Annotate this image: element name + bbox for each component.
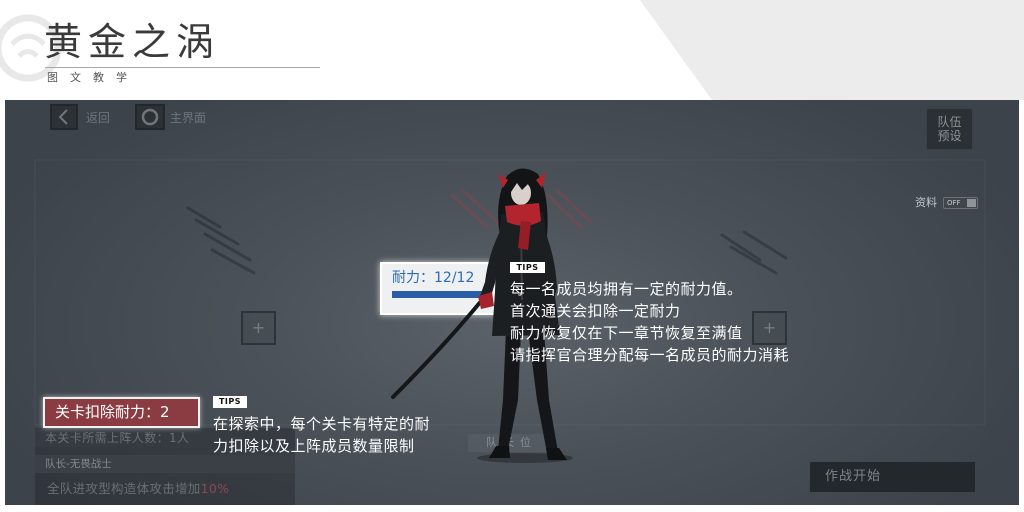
start-battle-label: 作战开始 bbox=[825, 469, 882, 484]
center-red-stripe-group bbox=[450, 188, 593, 230]
home-button[interactable] bbox=[135, 104, 165, 130]
right-stripe-group bbox=[720, 230, 788, 275]
page-title: 黄金之涡 bbox=[44, 20, 221, 64]
stamina-highlight: 耐力：12/12 bbox=[380, 262, 495, 315]
tips-line: 请指挥官合理分配每一名成员的耐力消耗 bbox=[510, 346, 790, 364]
plus-icon: + bbox=[251, 318, 266, 337]
title-divider bbox=[45, 67, 320, 68]
tips-text-stamina: 每一名成员均拥有一定的耐力值。 首次通关会扣除一定耐力 耐力恢复仅在下一章节恢复… bbox=[510, 278, 789, 366]
required-members-text: 本关卡所需上阵人数：1人 bbox=[45, 431, 190, 445]
team-preset-label-line-1: 队伍 bbox=[937, 115, 962, 129]
tips-line: 每一名成员均拥有一定的耐力值。 bbox=[510, 280, 743, 298]
tips-line: 耐力恢复仅在下一章节恢复至满值 bbox=[510, 324, 743, 342]
tips-line: 在探索中，每个关卡有特定的耐 bbox=[213, 415, 431, 433]
level-cost-label: 关卡扣除耐力：2 bbox=[55, 403, 170, 421]
page-subtitle: 图文教学 bbox=[47, 71, 139, 84]
info-toggle[interactable]: OFF bbox=[943, 197, 978, 209]
tips-line: 力扣除以及上阵成员数量限制 bbox=[213, 437, 415, 455]
info-label: 资料 bbox=[915, 196, 937, 209]
chevron-left-icon bbox=[58, 109, 68, 125]
tips-text-level-cost: 在探索中，每个关卡有特定的耐 力扣除以及上阵成员数量限制 bbox=[213, 413, 430, 457]
back-label[interactable]: 返回 bbox=[86, 111, 110, 125]
team-preset-button[interactable]: 队伍 预设 bbox=[926, 108, 973, 150]
member-slot-left[interactable]: + bbox=[241, 311, 276, 345]
game-screenshot: 返回 主界面 队伍 预设 资料 OFF + + 本关卡所需上阵人数：1人 队长-… bbox=[5, 100, 1019, 505]
captain-skill-desc-text: 全队进攻型构造体攻击增加 bbox=[47, 481, 201, 496]
captain-slot[interactable]: 队长位 bbox=[468, 434, 555, 452]
captain-skill-row: 队长-无畏战士 bbox=[35, 455, 295, 473]
stamina-bar bbox=[392, 291, 482, 298]
tips-tag-stamina: TIPS bbox=[510, 262, 545, 273]
stamina-label: 耐力：12/12 bbox=[392, 270, 475, 286]
level-cost-highlight: 关卡扣除耐力：2 bbox=[43, 397, 200, 428]
tips-line: 首次通关会扣除一定耐力 bbox=[510, 302, 681, 320]
circle-home-icon bbox=[141, 108, 159, 126]
stamina-bar-fill bbox=[392, 291, 482, 298]
back-button[interactable] bbox=[50, 104, 78, 130]
top-right-panel-shape bbox=[640, 0, 1024, 100]
tips-tag-level-cost: TIPS bbox=[213, 396, 247, 408]
team-preset-label-line-2: 预设 bbox=[937, 129, 962, 143]
info-toggle-state: OFF bbox=[947, 199, 961, 207]
info-toggle-knob bbox=[967, 199, 976, 207]
captain-skill-description: 全队进攻型构造体攻击增加10% bbox=[47, 481, 229, 497]
start-battle-button[interactable]: 作战开始 bbox=[810, 462, 975, 492]
tutorial-slide: 黄金之涡 图文教学 返回 主界面 队伍 预设 资料 OFF + + 本关卡所需上… bbox=[0, 0, 1024, 512]
left-stripe-group bbox=[186, 206, 256, 275]
captain-skill-value: 10% bbox=[200, 481, 230, 496]
captain-skill-name: 队长-无畏战士 bbox=[45, 458, 112, 470]
home-label[interactable]: 主界面 bbox=[170, 111, 206, 125]
